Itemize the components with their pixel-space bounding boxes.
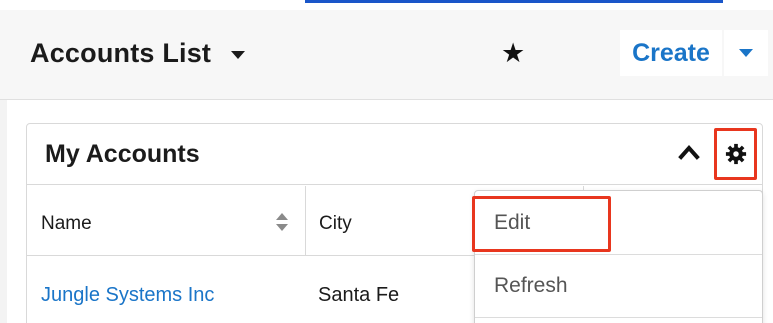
caret-down-icon[interactable] — [231, 50, 246, 59]
top-cropped-strip — [0, 0, 773, 10]
create-dropdown-button[interactable] — [724, 30, 768, 76]
create-button[interactable]: Create — [620, 30, 722, 76]
star-icon[interactable]: ★ — [501, 38, 525, 68]
account-city: Santa Fe — [318, 284, 400, 306]
column-label: Name — [41, 213, 92, 234]
sort-icon[interactable] — [275, 212, 289, 232]
column-header-name[interactable]: Name — [27, 186, 306, 256]
column-label: City — [319, 213, 352, 234]
chevron-up-icon[interactable] — [678, 142, 700, 164]
dashlet-title: My Accounts — [45, 140, 200, 168]
menu-item-edit[interactable]: Edit — [472, 191, 762, 253]
dashlet-actions-menu: Edit Refresh — [472, 190, 763, 323]
page-title-dropdown[interactable]: Accounts List — [30, 38, 246, 69]
menu-item-label: Refresh — [494, 274, 568, 297]
menu-divider — [475, 317, 762, 318]
highlight-box — [472, 196, 611, 252]
gear-icon — [725, 143, 746, 165]
cropped-link-underline — [305, 0, 723, 3]
left-background-strip — [0, 100, 7, 323]
dashlet-header: My Accounts — [27, 124, 762, 185]
create-button-group: Create — [620, 30, 768, 76]
menu-item-refresh[interactable]: Refresh — [475, 254, 762, 316]
settings-button[interactable] — [714, 128, 757, 180]
account-name-link[interactable]: Jungle Systems Inc — [41, 284, 214, 307]
page-title: Accounts List — [30, 38, 212, 68]
page-header: Accounts List ★ Create — [0, 10, 773, 100]
caret-down-icon — [739, 49, 753, 57]
